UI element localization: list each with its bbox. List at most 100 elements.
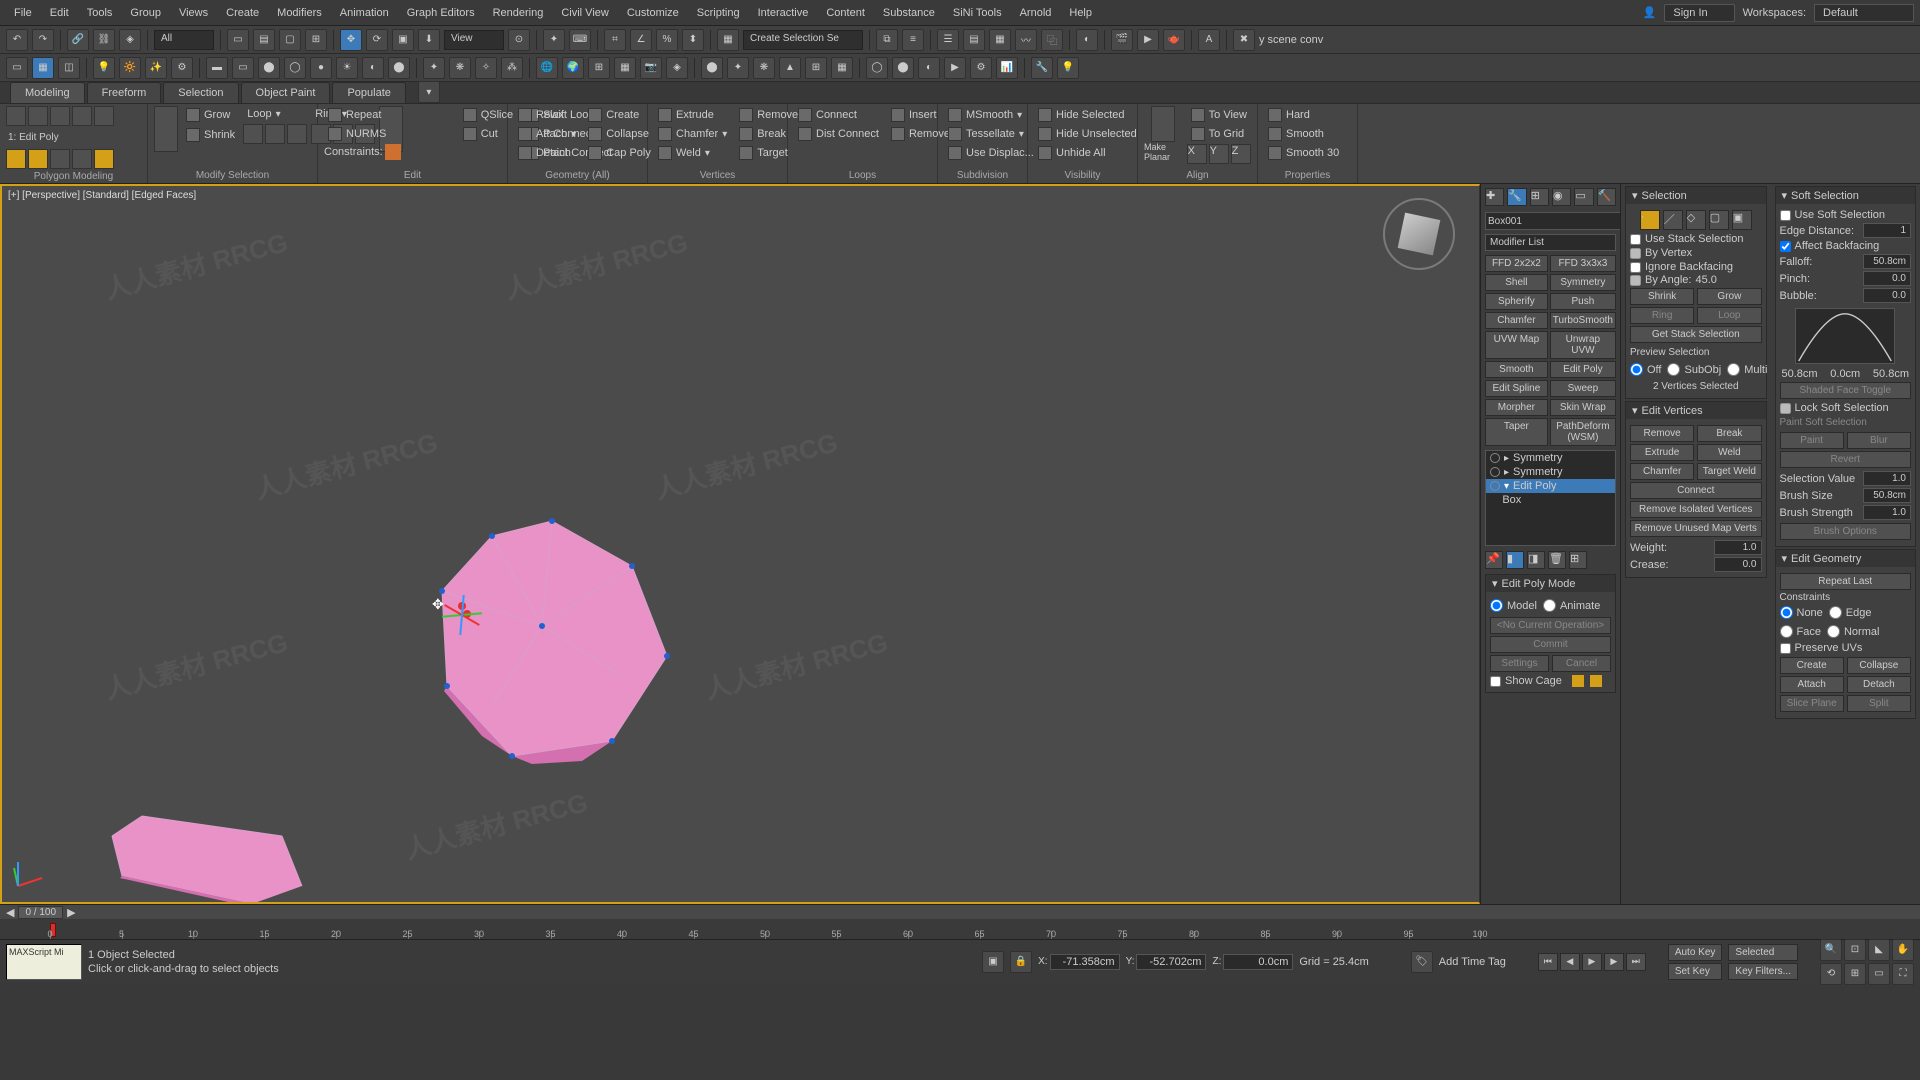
viewcube[interactable]	[1383, 198, 1455, 270]
create-button[interactable]: Create	[584, 106, 655, 124]
create-eg-button[interactable]: Create	[1780, 657, 1844, 674]
menu-file[interactable]: File	[6, 3, 40, 23]
sphere-icon-4[interactable]: ⬤	[388, 57, 410, 79]
mod-sweep[interactable]: Sweep	[1550, 380, 1616, 397]
named-selset-dropdown[interactable]: Create Selection Se	[743, 30, 863, 50]
light-icon-3[interactable]: ✨	[145, 57, 167, 79]
menu-edit[interactable]: Edit	[42, 3, 77, 23]
add-timetag-button[interactable]: Add Time Tag	[1439, 956, 1506, 968]
collapse-button[interactable]: Collapse	[584, 125, 655, 143]
toview-button[interactable]: To View	[1187, 106, 1251, 124]
eye-icon[interactable]	[1490, 453, 1500, 463]
radio-multi[interactable]: Multi	[1727, 362, 1767, 377]
targetweld-ev-button[interactable]: Target Weld	[1697, 463, 1761, 480]
radio-normal[interactable]: Normal	[1827, 624, 1879, 639]
maxscript-listener[interactable]: MAXScript Mi	[6, 944, 82, 980]
snap-angle-button[interactable]: ∠	[630, 29, 652, 51]
material-editor-button[interactable]: ◐	[1076, 29, 1098, 51]
constraint-normal-button[interactable]	[439, 144, 455, 160]
select-button[interactable]: ▭	[227, 29, 249, 51]
arnold-button[interactable]: A	[1198, 29, 1220, 51]
tab-utilities-panel[interactable]: 🔨	[1597, 188, 1616, 206]
particle-icon-4[interactable]: ⁂	[501, 57, 523, 79]
workspaces-dropdown[interactable]: Default	[1814, 4, 1914, 22]
detach-eg-button[interactable]: Detach	[1847, 676, 1911, 693]
select-region-button[interactable]: ▢	[279, 29, 301, 51]
mod-chamfer[interactable]: Chamfer	[1485, 312, 1548, 329]
menu-help[interactable]: Help	[1061, 3, 1100, 23]
cancel-button[interactable]: Cancel	[1552, 655, 1611, 672]
menu-create[interactable]: Create	[218, 3, 267, 23]
show-end-result-button[interactable]: ▮	[1506, 551, 1524, 569]
eye-icon[interactable]	[1490, 481, 1500, 491]
radio-subobj[interactable]: SubObj	[1667, 362, 1721, 377]
nav-zoom-button[interactable]: 🔍	[1820, 939, 1842, 961]
spinner-snap-button[interactable]: ⬍	[682, 29, 704, 51]
nav-maximize-button[interactable]: ⛶	[1892, 963, 1914, 985]
showcage-checkbox[interactable]: Show Cage	[1490, 674, 1611, 688]
rollout-header-epm[interactable]: ▾ Edit Poly Mode	[1486, 575, 1615, 592]
misc-icon-8[interactable]: ◯	[866, 57, 888, 79]
moon-icon[interactable]: ◐	[362, 57, 384, 79]
loop-btn-2[interactable]	[265, 124, 285, 144]
loop-button[interactable]: Loop ▾	[243, 106, 307, 122]
manip-button[interactable]: ✦	[543, 29, 565, 51]
grow-sel-button[interactable]: Grow	[1697, 288, 1761, 305]
timetag-icon[interactable]: 🏷	[1411, 951, 1433, 973]
snap-2d-button[interactable]: ⌗	[604, 29, 626, 51]
misc-icon-6[interactable]: ⊞	[805, 57, 827, 79]
makeplanar-button[interactable]	[1151, 106, 1175, 142]
rem-unused-button[interactable]: Remove Unused Map Verts	[1630, 520, 1762, 537]
poly-btn-4[interactable]	[72, 149, 92, 169]
loop-btn-3[interactable]	[287, 124, 307, 144]
mod-symmetry[interactable]: Symmetry	[1550, 274, 1616, 291]
sphere-icon-1[interactable]: ⬤	[258, 57, 280, 79]
tab-populate[interactable]: Populate	[332, 82, 405, 103]
msmooth-button[interactable]: MSmooth ▾	[944, 106, 1026, 124]
subobj-element[interactable]: ▣	[1732, 210, 1752, 230]
rollout-header-editverts[interactable]: ▾ Edit Vertices	[1626, 402, 1766, 419]
repeat-button[interactable]: Repeat	[324, 106, 455, 124]
prev-frame-button[interactable]: ◀	[1560, 953, 1580, 971]
tab-freeform[interactable]: Freeform	[87, 82, 162, 103]
modifier-stack[interactable]: ▸ Symmetry ▸ Symmetry ▾ Edit Poly Box	[1485, 450, 1616, 546]
play-button[interactable]: ▶	[1582, 953, 1602, 971]
menu-tools[interactable]: Tools	[79, 3, 121, 23]
menu-scripting[interactable]: Scripting	[689, 3, 748, 23]
object-name-input[interactable]	[1485, 212, 1623, 230]
menu-civilview[interactable]: Civil View	[553, 3, 616, 23]
tab-hierarchy-panel[interactable]: ⊞	[1530, 188, 1549, 206]
misc-icon-7[interactable]: ▦	[831, 57, 853, 79]
tbtn-r2-3[interactable]: ◫	[58, 57, 80, 79]
mod-shell[interactable]: Shell	[1485, 274, 1548, 291]
undo-button[interactable]: ↶	[6, 29, 28, 51]
mod-ffd2[interactable]: FFD 2x2x2	[1485, 255, 1548, 272]
schematic-button[interactable]: ⿻	[1041, 29, 1063, 51]
coord-z-value[interactable]: 0.0cm	[1223, 954, 1293, 970]
rotate-button[interactable]: ⟳	[366, 29, 388, 51]
tab-objectpaint[interactable]: Object Paint	[241, 82, 331, 103]
scale-button[interactable]: ▣	[392, 29, 414, 51]
chart-icon[interactable]: 📊	[996, 57, 1018, 79]
configure-sets-button[interactable]: ⊞	[1569, 551, 1587, 569]
affect-back-checkbox[interactable]: Affect Backfacing	[1780, 239, 1912, 253]
get-stack-sel-button[interactable]: Get Stack Selection	[1630, 326, 1762, 343]
menu-arnold[interactable]: Arnold	[1012, 3, 1060, 23]
radio-none[interactable]: None	[1780, 605, 1823, 620]
bulb-icon[interactable]: 💡	[1057, 57, 1079, 79]
nav-pan-button[interactable]: ✋	[1892, 939, 1914, 961]
collapse-eg-button[interactable]: Collapse	[1847, 657, 1911, 674]
menu-modifiers[interactable]: Modifiers	[269, 3, 330, 23]
stack-symmetry-1[interactable]: ▸ Symmetry	[1486, 451, 1615, 465]
grow-button[interactable]: Grow	[182, 106, 239, 124]
remove-ev-button[interactable]: Remove	[1630, 425, 1694, 442]
poly-btn-3[interactable]	[50, 149, 70, 169]
unlink-button[interactable]: ⛓	[93, 29, 115, 51]
rem-iso-button[interactable]: Remove Isolated Vertices	[1630, 501, 1762, 518]
frame-label[interactable]: 0 / 100	[18, 906, 63, 919]
mod-editpoly[interactable]: Edit Poly	[1550, 361, 1616, 378]
extrude-vert-button[interactable]: Extrude	[654, 106, 731, 124]
commit-button[interactable]: Commit	[1490, 636, 1611, 653]
light-icon-4[interactable]: ⚙	[171, 57, 193, 79]
time-ruler[interactable]: 0510152025303540455055606570758085909510…	[0, 919, 1920, 939]
